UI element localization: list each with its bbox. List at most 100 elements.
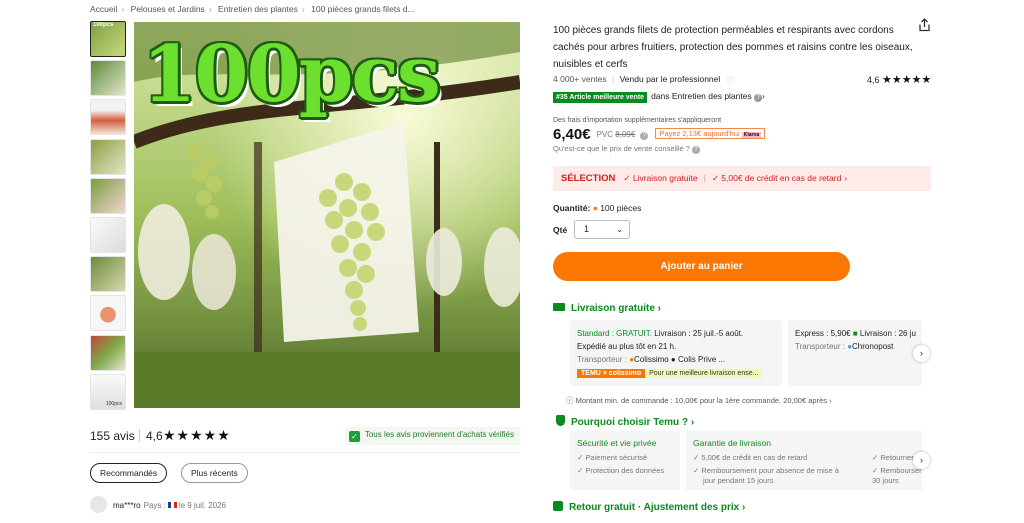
sales-info: 4 000+ ventes | Vendu par le professionn… <box>553 74 734 85</box>
import-fees-note: Des frais d'importation supplémentaires … <box>553 117 722 124</box>
chevron-right-icon: › <box>121 4 125 14</box>
star-rating-icon: ★★★★★ <box>882 74 932 86</box>
promo-label: SÉLECTION <box>561 173 616 184</box>
divider <box>139 429 140 442</box>
why-temu-text: Pourquoi choisir Temu ? <box>571 417 689 428</box>
breadcrumb-subcategory[interactable]: Entretien des plantes <box>218 4 298 14</box>
filter-recent[interactable]: Plus récents <box>181 463 248 483</box>
review-date: le 9 juil. 2026 <box>178 501 226 510</box>
thumbnail-1[interactable]: 100pcs <box>90 21 126 57</box>
product-title: 100 pièces grands filets de protection p… <box>553 25 913 70</box>
temu-tag: TEMU × colissimo <box>577 369 646 378</box>
thumbnail-8[interactable] <box>90 295 126 332</box>
thumbnail-10[interactable]: 100pcs <box>90 373 126 410</box>
carrier-label: Transporteur : <box>577 355 627 364</box>
promo-credit: ✓ 5,00€ de crédit en cas de retard <box>711 173 842 183</box>
shipping-next-arrow-icon[interactable]: › <box>913 345 930 362</box>
shipping-heading[interactable]: Livraison gratuite › <box>553 303 661 314</box>
temu-tag-text: Pour une meilleure livraison ense... <box>645 369 763 378</box>
promo-banner[interactable]: SÉLECTION ✓ Livraison gratuite | ✓ 5,00€ de… <box>553 166 931 191</box>
klarna-text: Payez 2,13€ aujourd'hui <box>659 129 740 138</box>
quantity-select-value: 1 <box>584 224 590 234</box>
divider <box>90 452 520 453</box>
sold-by[interactable]: Vendu par le professionnel <box>620 74 721 84</box>
bestseller-category: dans Entretien des plantes <box>651 91 752 101</box>
breadcrumb-home[interactable]: Accueil <box>90 4 117 14</box>
standard-delivery: Livraison : 25 juil.-5 août. <box>654 329 744 338</box>
verified-text: Tous les avis proviennent d'achats vérif… <box>364 430 514 439</box>
thumbnail-5[interactable] <box>90 177 126 214</box>
drop-icon: ● <box>592 203 598 213</box>
shipping-option-standard[interactable]: Standard : GRATUIT. Livraison : 25 juil.… <box>570 320 782 386</box>
recommended-price-help[interactable]: Qu'est-ce que le prix de vente conseillé… <box>553 144 701 154</box>
express-line: Express : 5,90€ ■ Livraison : 26 ju <box>795 329 916 338</box>
chevron-down-icon: ⌄ <box>616 225 623 234</box>
standard-carrier: Transporteur : ●Colissimo ● Colis Prive … <box>577 355 725 364</box>
shipping-option-express[interactable]: Express : 5,90€ ■ Livraison : 26 ju Tran… <box>788 320 922 386</box>
carrier-value: Colissimo ● Colis Prive ... <box>634 355 726 364</box>
guarantee-item: 30 jours <box>872 476 899 485</box>
reviews-count[interactable]: 155 avis <box>90 429 135 443</box>
reviews-rating: 4,6 <box>146 429 163 443</box>
promo-free-shipping: ✓ Livraison gratuite <box>623 173 698 183</box>
breadcrumb-category[interactable]: Pelouses et Jardins <box>131 4 205 14</box>
sales-count: 4 000+ ventes <box>553 74 607 84</box>
guarantee-item: ✓ Rembourser <box>872 466 922 475</box>
pvc-price: 8,09€ <box>615 130 636 139</box>
help-icon[interactable]: ? <box>754 94 763 102</box>
shipping-heading-text: Livraison gratuite <box>571 303 655 314</box>
standard-dispatch: Expédié au plus tôt en 21 h. <box>577 342 677 351</box>
thumbnail-9[interactable] <box>90 334 126 371</box>
guarantee-box: Garantie de livraison ✓ 5,00€ de crédit … <box>686 431 922 490</box>
chevron-right-icon: › <box>762 92 765 101</box>
free-return-text: Retour gratuit · Ajustement des prix <box>569 502 740 513</box>
standard-line: Standard : GRATUIT. Livraison : 25 juil.… <box>577 329 743 338</box>
reviewer-country-label: Pays : <box>143 501 166 510</box>
free-return-heading[interactable]: Retour gratuit · Ajustement des prix › <box>553 501 745 513</box>
guarantee-item: ✓ Remboursement pour absence de mise à <box>693 466 839 475</box>
recommended-price-text: Qu'est-ce que le prix de vente conseillé… <box>553 144 690 153</box>
thumbnail-4[interactable] <box>90 138 126 175</box>
product-rating[interactable]: 4,6 ★★★★★ <box>867 73 931 86</box>
reviews-header: 155 avis 4,6 ★★★★★ ✓ Tous les avis provie… <box>90 427 520 445</box>
thumbnail-3[interactable] <box>90 99 126 136</box>
green-badge-icon: ■ <box>852 329 858 338</box>
guarantee-next-arrow-icon[interactable]: › <box>913 452 930 469</box>
klarna-badge: Klarna <box>741 132 762 138</box>
main-product-image[interactable]: 100pcs <box>134 22 520 408</box>
thumbnail-2[interactable] <box>90 60 126 97</box>
quantity-label: Quantité: ● 100 pièces <box>553 203 641 213</box>
thumbnail-strip: 100pcs 100pcs <box>90 21 126 413</box>
guarantee-item: ✓ 5,00€ de crédit en cas de retard <box>693 453 808 462</box>
security-item: ✓ Paiement sécurisé <box>577 453 648 462</box>
rating-value: 4,6 <box>867 75 880 85</box>
price-row: 6,40€ PVC 8,09€ ? Payez 2,13€ aujourd'hu… <box>553 126 766 143</box>
security-item: ✓ Protection des données <box>577 466 665 475</box>
guarantee-title: Garantie de livraison <box>693 438 771 448</box>
klarna-offer[interactable]: Payez 2,13€ aujourd'hui Klarna <box>655 128 766 139</box>
express-carrier: Transporteur : ●Chronopost <box>795 342 893 351</box>
add-to-cart-button[interactable]: Ajouter au panier <box>553 252 850 281</box>
help-icon[interactable]: ? <box>640 132 649 140</box>
filter-recommended[interactable]: Recommandés <box>90 463 168 483</box>
share-icon[interactable] <box>918 18 931 32</box>
quantity-select[interactable]: 1 ⌄ <box>574 220 630 239</box>
bestseller-badge[interactable]: #35 Article meilleure vente dans Entretie… <box>553 91 765 103</box>
info-icon[interactable]: ⓘ <box>727 77 734 84</box>
return-icon <box>553 501 563 511</box>
divider: | <box>703 173 706 183</box>
thumbnail-7[interactable] <box>90 256 126 293</box>
chevron-right-icon: › <box>208 4 212 14</box>
reviewer-name: ma***ro <box>113 501 141 510</box>
security-box: Sécurité et vie privée ✓ Paiement sécuri… <box>570 431 680 490</box>
help-icon[interactable]: ? <box>692 146 701 154</box>
breadcrumb-current: 100 pièces grands filets d... <box>311 4 415 14</box>
quantity-value: 100 pièces <box>600 203 642 213</box>
why-temu-heading[interactable]: Pourquoi choisir Temu ? › <box>556 415 694 428</box>
thumbnail-6[interactable] <box>90 216 126 253</box>
express-label: Express : 5,90€ <box>795 329 851 338</box>
standard-label: Standard : GRATUIT. <box>577 329 652 338</box>
truck-icon <box>553 303 565 311</box>
min-order-text: Montant min. de commande : 10,00€ pour l… <box>575 396 827 405</box>
verified-reviews-badge: ✓ Tous les avis proviennent d'achats véri… <box>344 427 520 445</box>
